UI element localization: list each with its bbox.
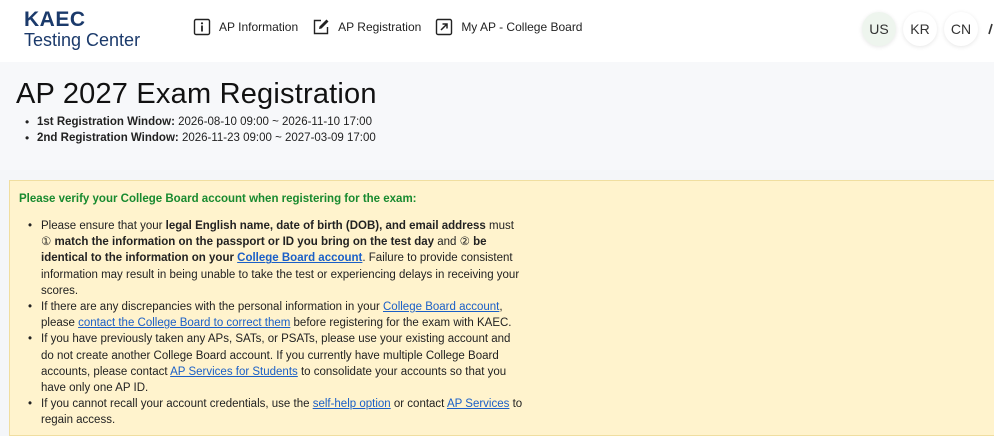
- lang-us-button[interactable]: US: [862, 12, 896, 46]
- logo-line1: KAEC: [24, 8, 86, 31]
- notice-1-text-c: and ②: [434, 236, 474, 249]
- nav-ap-information[interactable]: AP Information: [193, 18, 298, 36]
- window-1-value: 2026-08-10 09:00 ~ 2026-11-10 17:00: [178, 116, 372, 128]
- lang-cn-button[interactable]: CN: [944, 12, 978, 46]
- notice-2-text-a: If there are any discrepancies with the …: [41, 301, 383, 314]
- nav-my-ap[interactable]: My AP - College Board: [435, 18, 582, 36]
- notice-4-text-a: If you cannot recall your account creden…: [41, 398, 313, 411]
- account-icon[interactable]: [986, 20, 994, 36]
- ap-services-link[interactable]: AP Services: [447, 398, 509, 410]
- notice-1-text-a: Please ensure that your: [41, 220, 166, 232]
- notice-1-bold-a: legal English name, date of birth (DOB),…: [165, 220, 486, 232]
- college-board-account-link-2[interactable]: College Board account: [383, 301, 499, 313]
- college-board-account-link[interactable]: College Board account: [237, 252, 362, 264]
- window-2-label: 2nd Registration Window:: [37, 132, 179, 144]
- account-notice: Please verify your College Board account…: [9, 180, 994, 436]
- contact-college-board-link[interactable]: contact the College Board to correct the…: [78, 317, 290, 329]
- title-section: AP 2027 Exam Registration 1st Registrati…: [0, 62, 994, 170]
- edit-icon: [312, 18, 330, 36]
- top-header: KAEC Testing Center AP Information AP Re…: [0, 0, 994, 62]
- info-icon: [193, 18, 211, 36]
- notice-2-text-c: before registering for the exam with KAE…: [290, 317, 512, 330]
- notice-4-text-b: or contact: [390, 398, 447, 411]
- main-nav: AP Information AP Registration My AP - C…: [193, 18, 596, 36]
- logo[interactable]: KAEC Testing Center: [24, 8, 141, 50]
- logo-line2: Testing Center: [24, 30, 141, 50]
- page-title: AP 2027 Exam Registration: [16, 78, 377, 110]
- nav-ap-registration-label: AP Registration: [338, 20, 422, 34]
- window-2-value: 2026-11-23 09:00 ~ 2027-03-09 17:00: [181, 132, 376, 144]
- notice-item-4: If you cannot recall your account creden…: [24, 396, 524, 428]
- notice-heading: Please verify your College Board account…: [19, 193, 417, 205]
- notice-1-bold-b: match the information on the passport or…: [54, 236, 435, 249]
- self-help-option-link[interactable]: self-help option: [313, 398, 391, 410]
- ap-services-for-students-link[interactable]: AP Services for Students: [170, 366, 298, 378]
- nav-ap-information-label: AP Information: [219, 20, 299, 34]
- notice-list: Please ensure that your legal English na…: [24, 218, 524, 429]
- lang-kr-button[interactable]: KR: [903, 12, 937, 46]
- registration-windows: 1st Registration Window: 2026-08-10 09:0…: [23, 114, 376, 146]
- external-link-icon: [435, 18, 453, 36]
- notice-item-3: If you have previously taken any APs, SA…: [24, 331, 524, 396]
- window-1-label: 1st Registration Window:: [37, 116, 175, 128]
- registration-window-1: 1st Registration Window: 2026-08-10 09:0…: [23, 114, 376, 130]
- nav-ap-registration[interactable]: AP Registration: [312, 18, 421, 36]
- notice-item-2: If there are any discrepancies with the …: [24, 299, 524, 331]
- registration-window-2: 2nd Registration Window: 2026-11-23 09:0…: [23, 130, 376, 146]
- notice-item-1: Please ensure that your legal English na…: [24, 218, 524, 299]
- nav-my-ap-label: My AP - College Board: [461, 20, 583, 34]
